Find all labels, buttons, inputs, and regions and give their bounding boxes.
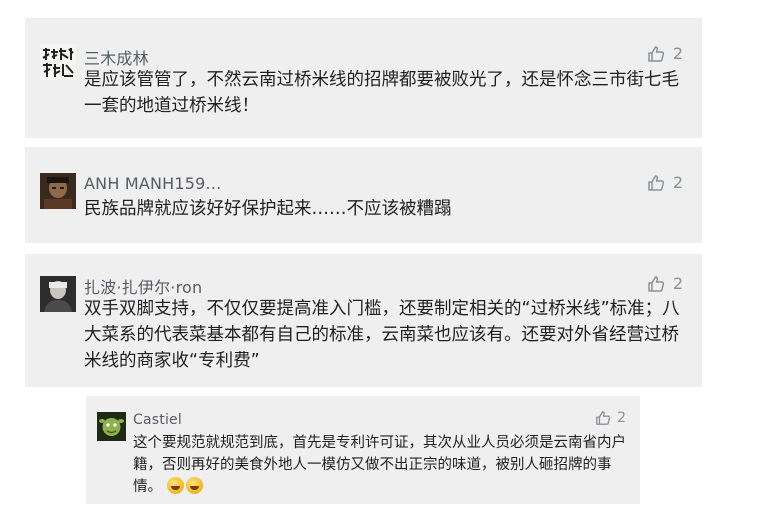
comment-text: 双手双脚支持，不仅仅要提高准入门槛，还要制定相关的“过桥米线”标准；八大菜系的代… xyxy=(84,299,680,371)
like-count: 2 xyxy=(672,44,683,63)
comment-card: ANH MANH159... 2 民族品牌就应该好好保护起来……不应该被糟蹋 xyxy=(25,147,702,243)
thumbs-up-icon xyxy=(647,45,665,63)
commenter-name[interactable]: ANH MANH159... xyxy=(84,174,221,193)
avatar[interactable] xyxy=(40,276,76,312)
thumbs-up-icon xyxy=(595,410,611,426)
like-button[interactable]: 2 xyxy=(595,410,626,426)
like-button[interactable]: 2 xyxy=(647,173,683,192)
like-count: 2 xyxy=(672,173,683,192)
thumbs-up-icon xyxy=(647,275,665,293)
avatar[interactable] xyxy=(40,44,76,80)
comment-card: 三木成林 2 是应该管管了，不然云南过桥米线的招牌都要被败光了，还是怀念三市街七… xyxy=(25,18,702,138)
comment-text: 这个要规范就规范到底，首先是专利许可证，其次从业人员必须是云南省内户籍，否则再好… xyxy=(133,432,628,498)
like-button[interactable]: 2 xyxy=(647,274,683,293)
like-count: 2 xyxy=(617,410,626,426)
reply-card: Castiel 2 这个要规范就规范到底，首先是专利许可证，其次从业人员必须是云… xyxy=(86,396,640,504)
laughing-emoji-icon xyxy=(185,477,203,494)
comment-card: 扎波·扎伊尔·ron 2 双手双脚支持，不仅仅要提高准入门槛，还要制定相关的“过… xyxy=(25,254,702,387)
comment-text: 民族品牌就应该好好保护起来……不应该被糟蹋 xyxy=(84,199,452,219)
avatar[interactable] xyxy=(97,412,126,441)
like-button[interactable]: 2 xyxy=(647,44,683,63)
commenter-name[interactable]: 扎波·扎伊尔·ron xyxy=(84,274,202,298)
laughing-emoji-icon xyxy=(166,477,184,494)
thumbs-up-icon xyxy=(647,174,665,192)
comment-text: 是应该管管了，不然云南过桥米线的招牌都要被败光了，还是怀念三市街七毛一套的地道过… xyxy=(84,70,679,116)
avatar[interactable] xyxy=(40,173,76,209)
like-count: 2 xyxy=(672,274,683,293)
commenter-name[interactable]: Castiel xyxy=(133,412,182,428)
comment-text-body: 这个要规范就规范到底，首先是专利许可证，其次从业人员必须是云南省内户籍，否则再好… xyxy=(133,435,626,495)
commenter-name[interactable]: 三木成林 xyxy=(84,45,149,69)
